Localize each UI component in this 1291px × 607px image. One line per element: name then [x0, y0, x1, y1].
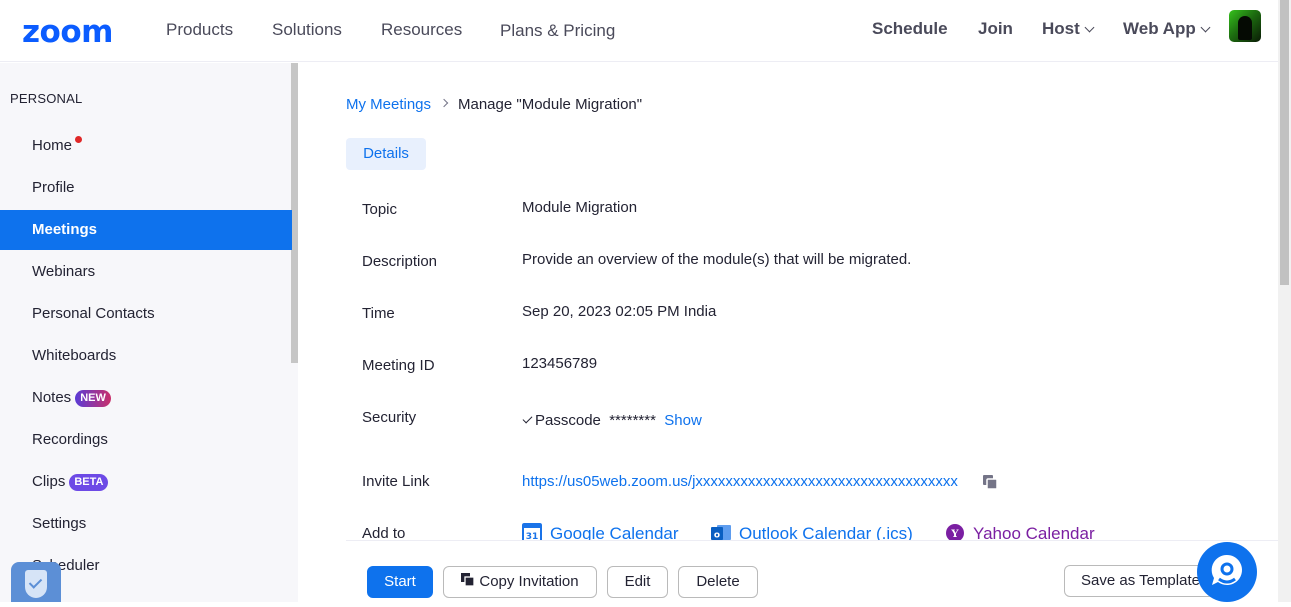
- delete-button[interactable]: Delete: [678, 566, 758, 598]
- chat-fab-button[interactable]: [1197, 542, 1257, 602]
- tab-details[interactable]: Details: [346, 138, 426, 170]
- sidebar-item-label: Settings: [32, 515, 87, 532]
- sidebar-item-label: Whiteboards: [32, 347, 117, 364]
- sidebar-item-notes[interactable]: Notes NEW: [0, 378, 292, 418]
- nav-resources[interactable]: Resources: [381, 20, 462, 40]
- sidebar-item-label: Meetings: [32, 221, 98, 238]
- invite-link[interactable]: https://us05web.zoom.us/jxxxxxxxxxxxxxxx…: [522, 473, 958, 490]
- page-scrollbar-thumb[interactable]: [1280, 0, 1289, 285]
- nav-host-label: Host: [1042, 19, 1080, 38]
- avatar[interactable]: [1229, 10, 1261, 42]
- new-badge: NEW: [75, 390, 111, 407]
- nav-schedule[interactable]: Schedule: [872, 19, 948, 39]
- chevron-right-icon: [439, 98, 449, 108]
- breadcrumb-current: Manage "Module Migration": [458, 96, 643, 113]
- description-value: Provide an overview of the module(s) tha…: [522, 251, 912, 268]
- passcode-label: Passcode: [535, 412, 601, 429]
- svg-text:o: o: [714, 531, 720, 541]
- sidebar-item-clips[interactable]: Clips BETA: [0, 462, 292, 502]
- nav-solutions[interactable]: Solutions: [272, 20, 342, 40]
- copy-icon[interactable]: [982, 474, 998, 490]
- sidebar-section-header: PERSONAL: [10, 91, 83, 106]
- sidebar-item-recordings[interactable]: Recordings: [0, 420, 292, 460]
- meeting-id-label: Meeting ID: [362, 357, 435, 374]
- nav-products[interactable]: Products: [166, 20, 233, 40]
- top-navigation: zoom Products Solutions Resources Plans …: [0, 0, 1278, 62]
- start-button[interactable]: Start: [367, 566, 433, 598]
- topic-value: Module Migration: [522, 199, 638, 216]
- sidebar-item-home[interactable]: Home: [0, 126, 292, 166]
- sidebar-item-label: Notes: [32, 389, 72, 406]
- sidebar-item-profile[interactable]: Profile: [0, 168, 292, 208]
- sidebar-scrollbar[interactable]: [291, 63, 298, 363]
- svg-text:Y: Y: [950, 529, 959, 540]
- sidebar-item-label: Home: [32, 137, 73, 154]
- sidebar-item-webinars[interactable]: Webinars: [0, 252, 292, 292]
- topic-label: Topic: [362, 201, 398, 218]
- nav-web-app[interactable]: Web App: [1123, 19, 1211, 39]
- sidebar-item-label: Personal Contacts: [32, 305, 155, 322]
- security-value: Passcode ******** Show: [522, 412, 702, 429]
- chat-bot-icon: [1211, 554, 1242, 585]
- beta-badge: BETA: [69, 474, 109, 491]
- notification-dot: [75, 136, 83, 143]
- copy-icon: [461, 573, 476, 587]
- shield-icon[interactable]: [11, 562, 61, 602]
- invite-link-label: Invite Link: [362, 473, 430, 490]
- time-label: Time: [362, 305, 395, 322]
- breadcrumb-my-meetings[interactable]: My Meetings: [346, 96, 431, 113]
- description-label: Description: [362, 253, 438, 270]
- edit-button[interactable]: Edit: [607, 566, 668, 598]
- nav-web-app-label: Web App: [1123, 19, 1196, 38]
- save-as-template-button[interactable]: Save as Template: [1064, 565, 1214, 597]
- sidebar-item-label: Profile: [32, 179, 75, 196]
- check-icon: [522, 413, 533, 424]
- sidebar-item-personal-contacts[interactable]: Personal Contacts: [0, 294, 292, 334]
- sidebar-item-whiteboards[interactable]: Whiteboards: [0, 336, 292, 376]
- time-value: Sep 20, 2023 02:05 PM India: [522, 303, 717, 320]
- nav-join[interactable]: Join: [978, 19, 1013, 39]
- sidebar-item-meetings[interactable]: Meetings: [0, 210, 292, 250]
- passcode-masked: ********: [609, 412, 656, 429]
- sidebar-item-label: Recordings: [32, 431, 108, 448]
- nav-host[interactable]: Host: [1042, 19, 1095, 39]
- chevron-down-icon: [1084, 22, 1095, 33]
- chevron-down-icon: [1200, 22, 1211, 33]
- nav-plans-pricing[interactable]: Plans & Pricing: [500, 21, 615, 41]
- show-passcode-link[interactable]: Show: [664, 412, 702, 429]
- security-label: Security: [362, 409, 417, 426]
- sidebar-item-settings[interactable]: Settings: [0, 504, 292, 544]
- copy-invitation-button[interactable]: Copy Invitation: [443, 566, 597, 598]
- copy-invitation-label: Copy Invitation: [479, 573, 579, 590]
- sidebar-item-label: Webinars: [32, 263, 96, 280]
- shield-check-icon: [25, 570, 47, 598]
- meeting-id-value: 123456789: [522, 355, 598, 372]
- zoom-logo[interactable]: zoom: [22, 14, 113, 50]
- sidebar-item-label: Clips: [32, 473, 66, 490]
